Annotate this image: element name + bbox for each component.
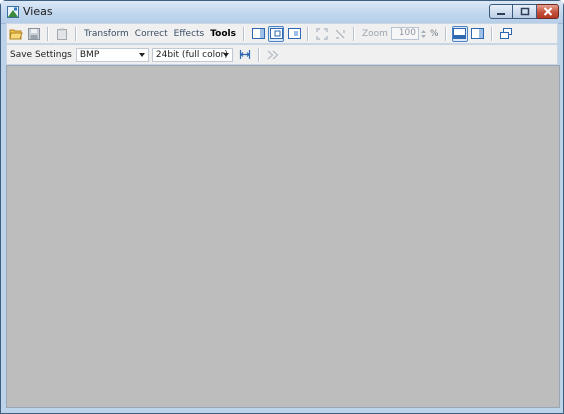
close-icon [543, 7, 552, 16]
spin-arrows-icon [421, 29, 427, 38]
actual-size-button[interactable] [332, 26, 348, 42]
restore-icon [520, 7, 529, 16]
save-disk-icon [28, 27, 40, 40]
view-split-button[interactable] [268, 25, 284, 42]
view-single-button[interactable] [250, 26, 266, 42]
toolbar-separator [490, 26, 493, 41]
zoom-label: Zoom [362, 28, 388, 39]
layout-bottom-button[interactable] [451, 25, 468, 42]
menu-transform[interactable]: Transform [81, 29, 132, 39]
save-settings-label: Save Settings [10, 49, 72, 60]
view-panel-button[interactable] [286, 26, 302, 42]
main-toolbar: Transform Correct Effects Tools Zoom 100… [6, 23, 558, 44]
menu-effects[interactable]: Effects [171, 29, 208, 39]
folder-open-icon [9, 29, 23, 39]
format-select[interactable]: BMP [75, 47, 149, 62]
app-logo-icon [7, 6, 19, 18]
clipboard-icon [57, 28, 67, 40]
format-select-value: BMP [79, 49, 100, 60]
clipboard-button[interactable] [54, 26, 70, 42]
toolbar-separator [243, 26, 245, 41]
zoom-unit: % [429, 28, 439, 39]
fast-forward-button[interactable] [265, 47, 281, 63]
title-bar[interactable]: Vieas [1, 1, 563, 24]
window-controls [489, 4, 559, 20]
close-button[interactable] [537, 4, 559, 19]
save-settings-toolbar: Save Settings BMP 24bit (full color) [6, 44, 558, 65]
view-split-icon [269, 28, 283, 39]
minimize-button[interactable] [489, 4, 513, 19]
toolbar-separator [75, 26, 77, 41]
toolbar-separator [257, 47, 260, 62]
view-single-icon [251, 28, 265, 39]
toolbar-separator [444, 26, 447, 41]
menu-correct[interactable]: Correct [132, 29, 171, 39]
save-button[interactable] [26, 26, 42, 42]
zoom-input[interactable]: 100 [390, 27, 419, 40]
fit-screen-icon [316, 27, 328, 40]
zoom-stepper[interactable] [420, 27, 428, 40]
layout-bottom-icon [453, 28, 467, 39]
window-restore-icon [499, 28, 512, 39]
toolbar-separator [353, 26, 355, 41]
fast-forward-icon [267, 50, 279, 59]
restore-button[interactable] [513, 4, 537, 19]
view-panel-icon [287, 28, 301, 39]
menu-tools[interactable]: Tools [207, 29, 239, 39]
minimize-icon [497, 12, 505, 15]
first-frame-icon [239, 50, 250, 59]
first-frame-button[interactable] [237, 47, 253, 63]
layout-side-icon [471, 28, 485, 39]
image-canvas[interactable] [6, 65, 560, 408]
actual-size-icon [335, 29, 345, 39]
layout-side-button[interactable] [470, 26, 486, 42]
app-window: Vieas Transform Correct Effects Tools Zo… [0, 0, 564, 414]
chevron-down-icon [138, 52, 145, 57]
open-button[interactable] [8, 26, 24, 42]
toolbar-separator [307, 26, 309, 41]
color-depth-select[interactable]: 24bit (full color) [151, 47, 233, 62]
toolbar-separator [47, 26, 49, 41]
window-restore-button[interactable] [498, 26, 514, 42]
window-title: Vieas [23, 5, 53, 18]
chevron-down-icon [222, 52, 229, 57]
fit-screen-button[interactable] [314, 26, 330, 42]
color-depth-select-value: 24bit (full color) [155, 49, 228, 60]
